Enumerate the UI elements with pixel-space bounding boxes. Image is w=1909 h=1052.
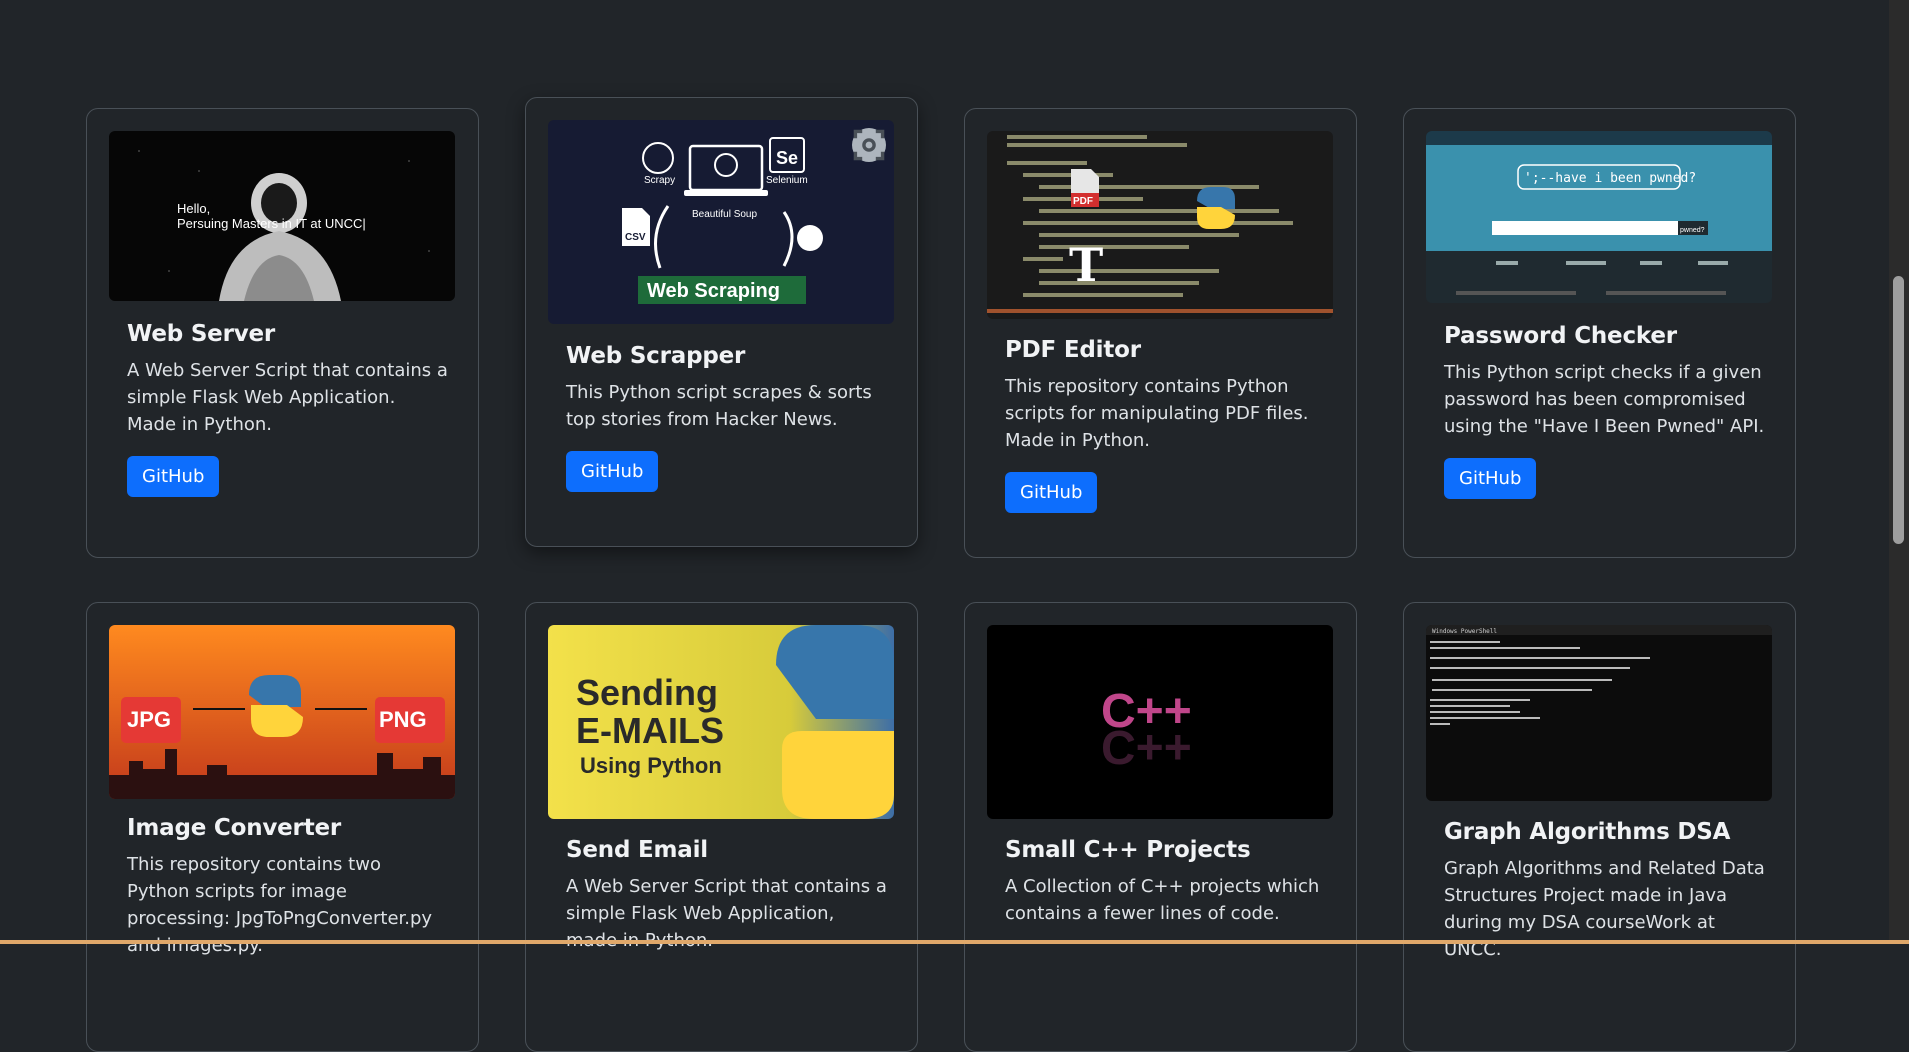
project-description: This Python script scrapes & sorts top s… [566, 382, 872, 430]
svg-text:Sending: Sending [576, 672, 718, 713]
project-title: Web Server [127, 321, 276, 347]
project-card-small-cpp-projects: C++ C++ Small C++ Projects A Collection … [964, 602, 1357, 1052]
project-title: Small C++ Projects [1005, 837, 1251, 863]
svg-text:PNG: PNG [379, 707, 427, 732]
project-card-pdf-editor: PDF T PDF Editor This repository contain… [964, 108, 1357, 558]
project-description: Graph Algorithms and Related Data Struct… [1444, 858, 1765, 960]
github-button[interactable]: GitHub [1005, 472, 1098, 513]
svg-text:PDF: PDF [1073, 196, 1093, 207]
sending-emails-image: Sending E-MAILS Using Python [548, 625, 894, 819]
code-editor-image: PDF T [987, 131, 1333, 319]
svg-text:Se: Se [776, 148, 798, 168]
project-title: Web Scrapper [566, 343, 746, 369]
powershell-image: Windows PowerShell [1426, 625, 1772, 801]
pdf-editor-thumbnail: PDF T [987, 131, 1333, 319]
image-converter-thumbnail: JPG PNG [109, 625, 455, 799]
thumb-masters-text: Persuing Masters in IT at UNCC| [177, 216, 366, 231]
svg-text:JPG: JPG [127, 707, 171, 732]
project-title: Send Email [566, 837, 708, 863]
svg-text:C++: C++ [1101, 720, 1192, 773]
github-button[interactable]: GitHub [127, 456, 220, 497]
svg-text:pwned?: pwned? [1680, 227, 1705, 234]
svg-text:T: T [1069, 238, 1103, 292]
project-title: Image Converter [127, 815, 342, 841]
pwned-heading: ';--have i been pwned? [1524, 171, 1696, 186]
window-bottom-edge [0, 940, 1909, 944]
cpp-thumbnail: C++ C++ [987, 625, 1333, 819]
web-server-thumbnail: Hello, Persuing Masters in IT at UNCC| [109, 131, 455, 301]
github-button[interactable]: GitHub [1444, 458, 1537, 499]
web-scraping-label: Web Scraping [647, 280, 780, 302]
project-card-send-email: Sending E-MAILS Using Python Send Email … [525, 602, 918, 1052]
visual-search-icon[interactable] [852, 128, 886, 162]
project-title: Graph Algorithms DSA [1444, 819, 1731, 845]
astronaut-image: Hello, Persuing Masters in IT at UNCC| [109, 131, 455, 301]
jpg-to-png-image: JPG PNG [109, 625, 455, 799]
svg-text:CSV: CSV [625, 232, 646, 243]
graph-algorithms-thumbnail: Windows PowerShell [1426, 625, 1772, 801]
project-description: This Python script checks if a given pas… [1444, 362, 1765, 437]
project-card-web-server: Hello, Persuing Masters in IT at UNCC| W… [86, 108, 479, 558]
project-card-image-converter: JPG PNG Image Converter This repository … [86, 602, 479, 1052]
github-button[interactable]: GitHub [566, 451, 659, 492]
svg-text:Beautiful Soup: Beautiful Soup [692, 209, 757, 220]
send-email-thumbnail: Sending E-MAILS Using Python [548, 625, 894, 819]
project-title: Password Checker [1444, 323, 1677, 349]
project-card-web-scrapper: Scrapy Se Selenium Beautiful Soup CSV We… [525, 97, 918, 547]
project-description: A Collection of C++ projects which conta… [1005, 876, 1320, 924]
vertical-scrollbar[interactable] [1889, 0, 1909, 944]
web-scrapper-thumbnail: Scrapy Se Selenium Beautiful Soup CSV We… [548, 120, 894, 324]
password-checker-thumbnail: ';--have i been pwned? pwned? [1426, 131, 1772, 303]
svg-text:Selenium: Selenium [766, 175, 808, 186]
project-description: This repository contains Python scripts … [1005, 376, 1309, 451]
svg-text:Using Python: Using Python [580, 753, 722, 778]
project-card-password-checker: ';--have i been pwned? pwned? Password C… [1403, 108, 1796, 558]
web-scraping-image: Scrapy Se Selenium Beautiful Soup CSV We… [548, 120, 894, 324]
scrollbar-thumb[interactable] [1893, 276, 1904, 544]
project-card-graph-algorithms-dsa: Windows PowerShell Graph Algorithms DSA … [1403, 602, 1796, 1052]
project-title: PDF Editor [1005, 337, 1141, 363]
svg-text:Scrapy: Scrapy [644, 175, 675, 186]
project-description: A Web Server Script that contains a simp… [127, 360, 448, 435]
thumb-hello-text: Hello, [177, 201, 210, 216]
haveibeenpwned-image: ';--have i been pwned? pwned? [1426, 131, 1772, 303]
svg-text:E-MAILS: E-MAILS [576, 710, 724, 751]
svg-text:Windows PowerShell: Windows PowerShell [1432, 628, 1497, 635]
cpp-logo-image: C++ C++ [987, 625, 1333, 819]
